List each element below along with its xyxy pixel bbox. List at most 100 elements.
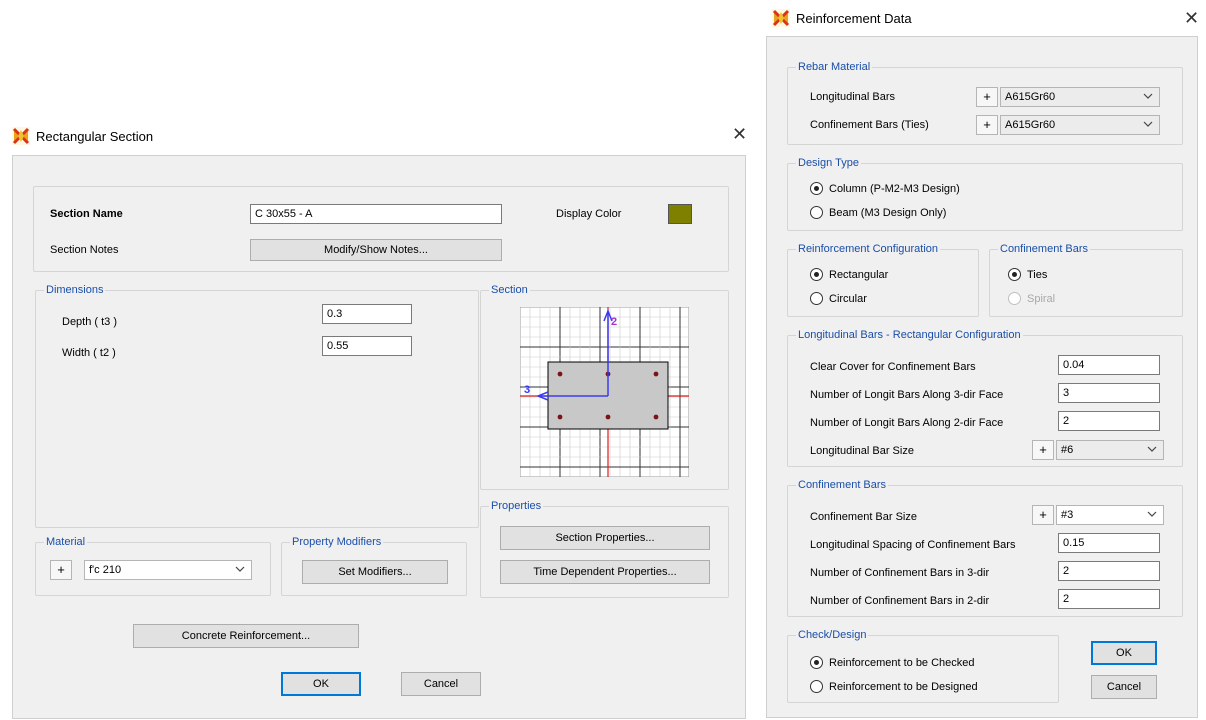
set-modifiers-button[interactable]: Set Modifiers... <box>302 560 448 584</box>
confinement-ties-label: Confinement Bars (Ties) <box>810 119 929 131</box>
long-bar-size-label: Longitudinal Bar Size <box>810 445 914 457</box>
radio-unselected-icon <box>810 206 823 219</box>
conf-bar-size-value: #3 <box>1061 509 1074 521</box>
conf-3dir-label: Number of Confinement Bars in 3-dir <box>810 567 990 579</box>
reinf-ok-button[interactable]: OK <box>1091 641 1157 665</box>
rect-dialog-title-bar: Rectangular Section <box>12 127 153 145</box>
check-option-radio[interactable]: Reinforcement to be Checked <box>810 656 975 669</box>
bars-3dir-input[interactable]: 3 <box>1058 383 1160 403</box>
depth-input[interactable]: 0.3 <box>322 304 412 324</box>
reinforcement-configuration-group: Reinforcement Configuration Rectangular … <box>787 242 979 317</box>
radio-selected-icon <box>1008 268 1021 281</box>
rect-dialog-close-icon[interactable]: ✕ <box>732 124 747 145</box>
longitudinal-bars-value: A615Gr60 <box>1005 91 1056 103</box>
conf-ties-radio[interactable]: Ties <box>1008 268 1047 281</box>
long-spacing-input[interactable]: 0.15 <box>1058 533 1160 553</box>
display-color-swatch[interactable] <box>668 204 692 224</box>
longitudinal-bars-config-group: Longitudinal Bars - Rectangular Configur… <box>787 328 1183 467</box>
bars-2dir-input[interactable]: 2 <box>1058 411 1160 431</box>
longitudinal-bars-select[interactable]: A615Gr60 <box>1000 87 1160 107</box>
width-input[interactable]: 0.55 <box>322 336 412 356</box>
design-column-radio[interactable]: Column (P-M2-M3 Design) <box>810 182 960 195</box>
ok-button[interactable]: OK <box>281 672 361 696</box>
concrete-reinforcement-button[interactable]: Concrete Reinforcement... <box>133 624 359 648</box>
check-option-label: Reinforcement to be Checked <box>829 656 975 669</box>
section-name-input[interactable]: C 30x55 - A <box>250 204 502 224</box>
material-group: Material + f'c 210 <box>35 535 271 596</box>
section-preview-drawing: 2 3 <box>520 307 689 477</box>
design-type-group: Design Type Column (P-M2-M3 Design) Beam… <box>787 156 1183 231</box>
rebar-dot <box>557 414 563 420</box>
material-select-value: f'c 210 <box>89 564 122 576</box>
modify-notes-button[interactable]: Modify/Show Notes... <box>250 239 502 261</box>
conf-spiral-label: Spiral <box>1027 292 1056 305</box>
bars-3dir-label: Number of Longit Bars Along 3-dir Face <box>810 389 1004 401</box>
properties-group: Properties Section Properties... Time De… <box>480 499 729 598</box>
reinf-cancel-button[interactable]: Cancel <box>1091 675 1157 699</box>
material-select[interactable]: f'c 210 <box>84 560 252 580</box>
conf-bar-size-label: Confinement Bar Size <box>810 511 917 523</box>
chevron-down-icon <box>1143 119 1153 129</box>
conf-ties-label: Ties <box>1027 268 1048 281</box>
property-modifiers-group-label: Property Modifiers <box>290 535 384 549</box>
chevron-down-icon <box>1147 444 1157 454</box>
rebar-material-group-label: Rebar Material <box>796 60 873 74</box>
reinf-dialog-body: Rebar Material Longitudinal Bars + A615G… <box>766 36 1198 718</box>
radio-disabled-icon <box>1008 292 1021 305</box>
cancel-button[interactable]: Cancel <box>401 672 481 696</box>
section-name-group: Section Name C 30x55 - A Display Color S… <box>33 186 729 272</box>
time-dependent-properties-button[interactable]: Time Dependent Properties... <box>500 560 710 584</box>
properties-group-label: Properties <box>489 499 544 513</box>
long-bar-size-add-button[interactable]: + <box>1032 440 1054 460</box>
design-beam-label: Beam (M3 Design Only) <box>829 206 947 219</box>
confinement-bars-group-label: Confinement Bars <box>796 478 889 492</box>
clear-cover-label: Clear Cover for Confinement Bars <box>810 361 976 373</box>
rebar-dot <box>557 371 563 377</box>
confinement-ties-select[interactable]: A615Gr60 <box>1000 115 1160 135</box>
dimensions-group: Dimensions Depth ( t3 ) 0.3 Width ( t2 )… <box>35 283 479 528</box>
longitudinal-bars-config-group-label: Longitudinal Bars - Rectangular Configur… <box>796 328 1023 342</box>
design-beam-radio[interactable]: Beam (M3 Design Only) <box>810 206 946 219</box>
conf-2dir-input[interactable]: 2 <box>1058 589 1160 609</box>
radio-selected-icon <box>810 268 823 281</box>
radio-unselected-icon <box>810 292 823 305</box>
config-rectangular-radio[interactable]: Rectangular <box>810 268 888 281</box>
radio-selected-icon <box>810 656 823 669</box>
check-design-group-label: Check/Design <box>796 628 869 642</box>
clear-cover-input[interactable]: 0.04 <box>1058 355 1160 375</box>
reinf-dialog-title: Reinforcement Data <box>796 10 912 26</box>
long-bar-size-value: #6 <box>1061 444 1074 456</box>
design-option-label: Reinforcement to be Designed <box>829 680 978 693</box>
confinement-ties-add-button[interactable]: + <box>976 115 998 135</box>
app-icon <box>12 127 30 145</box>
conf-2dir-label: Number of Confinement Bars in 2-dir <box>810 595 990 607</box>
config-circular-label: Circular <box>829 292 867 305</box>
confinement-type-group-label: Confinement Bars <box>998 242 1091 256</box>
reinforcement-configuration-group-label: Reinforcement Configuration <box>796 242 941 256</box>
conf-bar-size-select[interactable]: #3 <box>1056 505 1164 525</box>
rebar-dot <box>605 414 611 420</box>
config-circular-radio[interactable]: Circular <box>810 292 867 305</box>
app-icon <box>772 9 790 27</box>
reinf-dialog-close-icon[interactable]: ✕ <box>1184 8 1199 29</box>
display-color-label: Display Color <box>556 208 622 220</box>
confinement-type-group: Confinement Bars Ties Spiral <box>989 242 1183 317</box>
section-group-label: Section <box>489 283 530 297</box>
chevron-down-icon <box>235 564 245 574</box>
rebar-dot <box>653 371 659 377</box>
conf-3dir-input[interactable]: 2 <box>1058 561 1160 581</box>
long-spacing-label: Longitudinal Spacing of Confinement Bars <box>810 539 1016 551</box>
longitudinal-bars-add-button[interactable]: + <box>976 87 998 107</box>
config-rectangular-label: Rectangular <box>829 268 889 281</box>
conf-bar-size-add-button[interactable]: + <box>1032 505 1054 525</box>
radio-unselected-icon <box>810 680 823 693</box>
axis-2-label: 2 <box>611 316 617 328</box>
axis-3-label: 3 <box>524 384 530 396</box>
confinement-ties-value: A615Gr60 <box>1005 119 1056 131</box>
material-add-button[interactable]: + <box>50 560 72 580</box>
section-properties-button[interactable]: Section Properties... <box>500 526 710 550</box>
chevron-down-icon <box>1143 91 1153 101</box>
design-option-radio[interactable]: Reinforcement to be Designed <box>810 680 978 693</box>
bars-2dir-label: Number of Longit Bars Along 2-dir Face <box>810 417 1004 429</box>
long-bar-size-select[interactable]: #6 <box>1056 440 1164 460</box>
